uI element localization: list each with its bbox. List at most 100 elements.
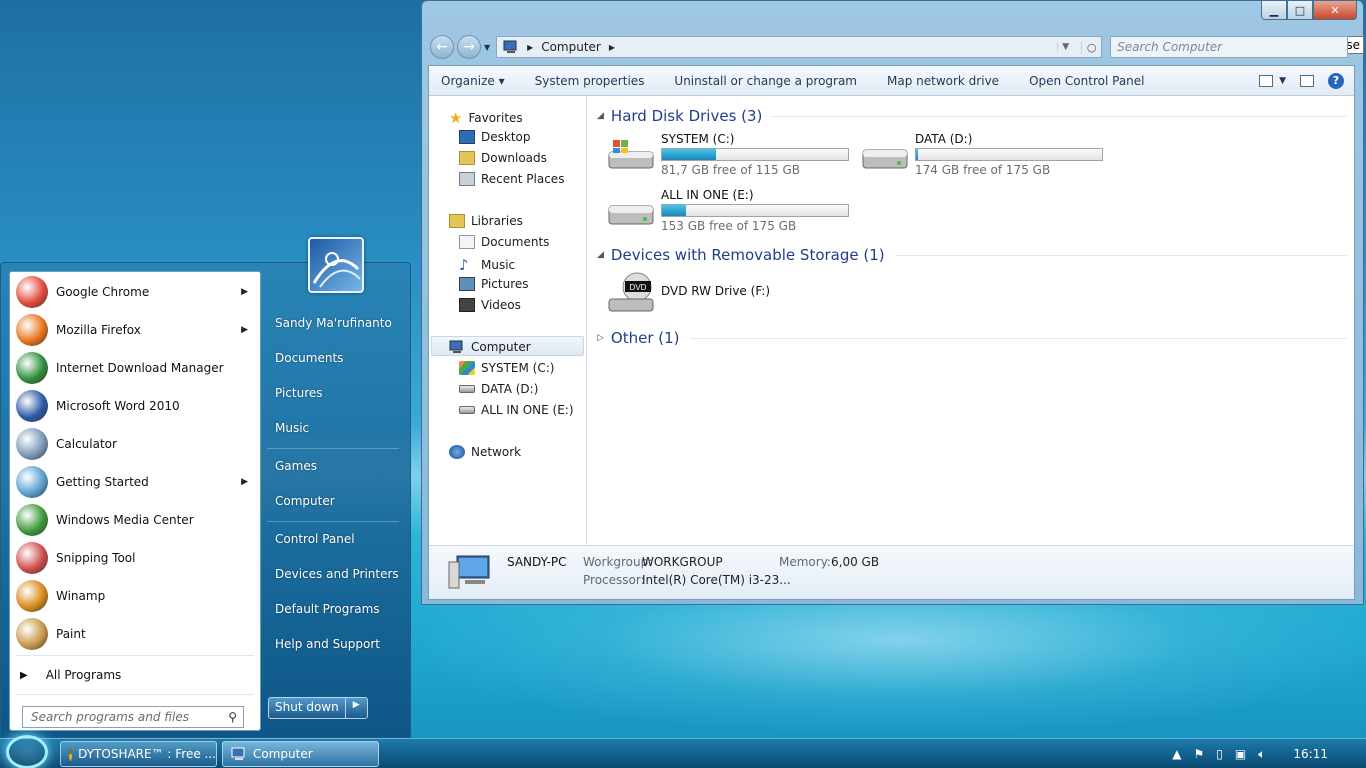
computer-icon: [503, 40, 517, 53]
avatar-picture: [312, 252, 361, 288]
refresh-icon[interactable]: ○: [1081, 40, 1101, 54]
address-dropdown-icon[interactable]: ▼: [1057, 42, 1073, 52]
nav-item-drive-c[interactable]: SYSTEM (C:): [459, 361, 554, 375]
group-hard-disk-drives[interactable]: ◢ Hard Disk Drives (3): [597, 107, 1347, 125]
forward-button[interactable]: →: [457, 35, 481, 59]
start-program-label: Snipping Tool: [56, 551, 136, 565]
drive-e[interactable]: ALL IN ONE (E:) 153 GB free of 175 GB: [607, 188, 849, 233]
show-hidden-icons-icon[interactable]: ▲: [1172, 747, 1181, 761]
clock[interactable]: 16:11: [1293, 747, 1328, 761]
media-center-icon: [16, 504, 48, 536]
system-properties-button[interactable]: System properties: [535, 74, 645, 88]
start-program-label: Winamp: [56, 589, 106, 603]
devices-printers-link[interactable]: Devices and Printers: [275, 567, 399, 581]
map-network-drive-button[interactable]: Map network drive: [887, 74, 999, 88]
uninstall-program-button[interactable]: Uninstall or change a program: [674, 74, 857, 88]
drive-c[interactable]: SYSTEM (C:) 81,7 GB free of 115 GB: [607, 132, 849, 177]
drive-dvd[interactable]: DVD DVD RW Drive (F:): [607, 271, 770, 315]
music-link[interactable]: Music: [275, 421, 309, 435]
start-program-firefox[interactable]: Mozilla Firefox ▶: [12, 311, 258, 349]
nav-item-label: Videos: [481, 298, 521, 312]
explorer-window: ▁ □ ✕ Close ← → ▼ ▸ Computer ▸ ▼ ○ Searc…: [421, 0, 1364, 605]
search-input[interactable]: Search Computer: [1110, 36, 1349, 58]
minimize-button[interactable]: ▁: [1261, 1, 1287, 20]
start-program-chrome[interactable]: Google Chrome ▶: [12, 273, 258, 311]
start-search-input[interactable]: Search programs and files ⚲: [22, 706, 244, 728]
network-status-icon[interactable]: ▣: [1235, 747, 1246, 761]
preview-pane-icon[interactable]: [1300, 74, 1314, 87]
start-program-media-center[interactable]: Windows Media Center: [12, 501, 258, 539]
user-avatar[interactable]: [308, 237, 364, 293]
start-program-word[interactable]: Microsoft Word 2010: [12, 387, 258, 425]
usb-device-icon[interactable]: ▯: [1216, 747, 1223, 761]
nav-libraries[interactable]: Libraries: [449, 214, 523, 228]
expand-arrow-icon: ▷: [597, 333, 604, 343]
start-program-paint[interactable]: Paint: [12, 615, 258, 653]
start-orb-button[interactable]: [6, 735, 48, 768]
nav-item-drive-e[interactable]: ALL IN ONE (E:): [459, 403, 574, 417]
nav-item-documents[interactable]: Documents: [459, 235, 549, 249]
nav-item-pictures[interactable]: Pictures: [459, 277, 529, 291]
close-button[interactable]: ✕: [1313, 1, 1357, 20]
user-name-link[interactable]: Sandy Ma'rufinanto: [275, 316, 392, 330]
start-program-getting-started[interactable]: Getting Started ▶: [12, 463, 258, 501]
change-view-icon[interactable]: ▼: [1259, 74, 1286, 87]
action-center-flag-icon[interactable]: ⚑: [1193, 747, 1204, 761]
nav-libraries-label: Libraries: [471, 214, 523, 228]
shutdown-options-arrow-icon[interactable]: ▶: [344, 698, 367, 718]
address-path[interactable]: Computer: [541, 40, 601, 54]
nav-item-recent-places[interactable]: Recent Places: [459, 172, 564, 186]
start-program-snipping-tool[interactable]: Snipping Tool: [12, 539, 258, 577]
nav-item-label: Desktop: [481, 130, 531, 144]
control-panel-link[interactable]: Control Panel: [275, 532, 355, 546]
group-removable-storage[interactable]: ◢ Devices with Removable Storage (1): [597, 246, 1347, 264]
computer-link[interactable]: Computer: [275, 494, 335, 508]
taskbar-button-computer[interactable]: Computer: [222, 741, 379, 767]
shutdown-button[interactable]: Shut down: [269, 698, 345, 718]
default-programs-link[interactable]: Default Programs: [275, 602, 380, 616]
nav-computer[interactable]: Computer: [449, 340, 531, 354]
submenu-arrow-icon[interactable]: ▶: [241, 477, 248, 487]
volume-icon[interactable]: 🔈︎: [1258, 747, 1265, 762]
help-support-link[interactable]: Help and Support: [275, 637, 380, 651]
recent-pages-dropdown-icon[interactable]: ▼: [484, 43, 490, 52]
submenu-arrow-icon[interactable]: ▶: [241, 287, 248, 297]
pictures-link[interactable]: Pictures: [275, 386, 323, 400]
start-program-calculator[interactable]: Calculator: [12, 425, 258, 463]
nav-item-music[interactable]: ♪ Music: [459, 256, 515, 274]
documents-link[interactable]: Documents: [275, 351, 343, 365]
address-bar[interactable]: ▸ Computer ▸ ▼ ○: [496, 36, 1103, 58]
nav-item-drive-d[interactable]: DATA (D:): [459, 382, 538, 396]
help-icon[interactable]: ?: [1328, 72, 1344, 89]
forward-arrow-icon: →: [463, 39, 475, 55]
music-icon: ♪: [459, 256, 469, 274]
start-program-idm[interactable]: Internet Download Manager: [12, 349, 258, 387]
nav-item-videos[interactable]: Videos: [459, 298, 521, 312]
programs-panel: ▶ All Programs Search programs and files…: [9, 271, 261, 731]
search-icon: ⚲: [228, 710, 237, 724]
games-link[interactable]: Games: [275, 459, 317, 473]
all-programs-button[interactable]: ▶ All Programs: [20, 668, 121, 682]
maximize-button[interactable]: □: [1287, 1, 1313, 20]
organize-button[interactable]: Organize ▾: [441, 74, 505, 88]
nav-item-desktop[interactable]: Desktop: [459, 130, 531, 144]
nav-item-label: Music: [481, 258, 516, 272]
drive-usage-bar: [661, 148, 849, 161]
drive-d[interactable]: DATA (D:) 174 GB free of 175 GB: [861, 132, 1103, 177]
drive-name: DATA (D:): [915, 132, 973, 146]
content-frame: Organize ▾ System properties Uninstall o…: [428, 65, 1355, 600]
taskbar: DYTOSHARE™ : Free ... Computer ▲ ⚑ ▯ ▣ 🔈…: [0, 738, 1366, 768]
all-programs-label: All Programs: [45, 668, 122, 682]
group-other[interactable]: ▷ Other (1): [597, 329, 1347, 347]
submenu-arrow-icon[interactable]: ▶: [241, 325, 248, 335]
open-control-panel-button[interactable]: Open Control Panel: [1029, 74, 1144, 88]
divider: [16, 655, 254, 656]
nav-favorites[interactable]: ★ Favorites: [449, 109, 523, 127]
start-program-winamp[interactable]: Winamp: [12, 577, 258, 615]
start-menu: ▶ All Programs Search programs and files…: [0, 262, 411, 738]
nav-item-downloads[interactable]: Downloads: [459, 151, 547, 165]
dvd-drive-icon: DVD: [608, 272, 654, 312]
taskbar-button-browser[interactable]: DYTOSHARE™ : Free ...: [60, 741, 217, 767]
nav-network[interactable]: Network: [449, 445, 521, 459]
back-button[interactable]: ←: [430, 35, 454, 59]
